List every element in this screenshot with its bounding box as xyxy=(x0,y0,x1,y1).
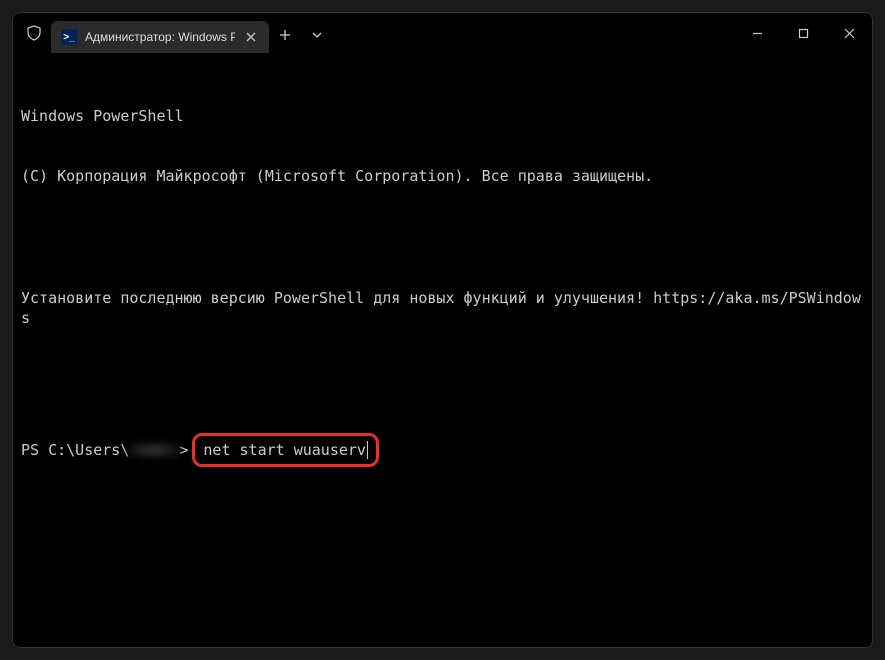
close-window-button[interactable] xyxy=(826,13,872,53)
window-controls xyxy=(734,13,872,53)
cursor xyxy=(367,441,368,459)
tab-title: Администратор: Windows Po xyxy=(85,30,235,44)
tab-powershell[interactable]: >_ Администратор: Windows Po xyxy=(51,21,269,53)
close-tab-button[interactable] xyxy=(241,27,261,47)
titlebar[interactable]: >_ Администратор: Windows Po xyxy=(13,13,872,53)
new-tab-button[interactable] xyxy=(269,19,301,51)
minimize-button[interactable] xyxy=(734,13,780,53)
output-line: Windows PowerShell xyxy=(21,106,864,126)
output-blank xyxy=(21,369,864,389)
output-blank xyxy=(21,227,864,247)
output-line: (C) Корпорация Майкрософт (Microsoft Cor… xyxy=(21,166,864,186)
typed-command: net start wuauserv xyxy=(203,440,366,460)
terminal-window: >_ Администратор: Windows Po W xyxy=(12,12,873,648)
shield-icon xyxy=(25,24,43,42)
terminal-body[interactable]: Windows PowerShell (C) Корпорация Майкро… xyxy=(13,53,872,647)
prompt-prefix: PS C:\Users\ xyxy=(21,440,129,460)
maximize-button[interactable] xyxy=(780,13,826,53)
tab-dropdown-button[interactable] xyxy=(301,19,333,51)
powershell-icon: >_ xyxy=(61,29,77,45)
prompt-suffix: > xyxy=(179,440,188,460)
command-highlight: net start wuauserv xyxy=(192,433,379,467)
prompt-line: PS C:\Users\ > net start wuauserv xyxy=(21,433,864,467)
output-line: Установите последнюю версию PowerShell д… xyxy=(21,288,864,329)
redacted-username xyxy=(129,442,179,458)
